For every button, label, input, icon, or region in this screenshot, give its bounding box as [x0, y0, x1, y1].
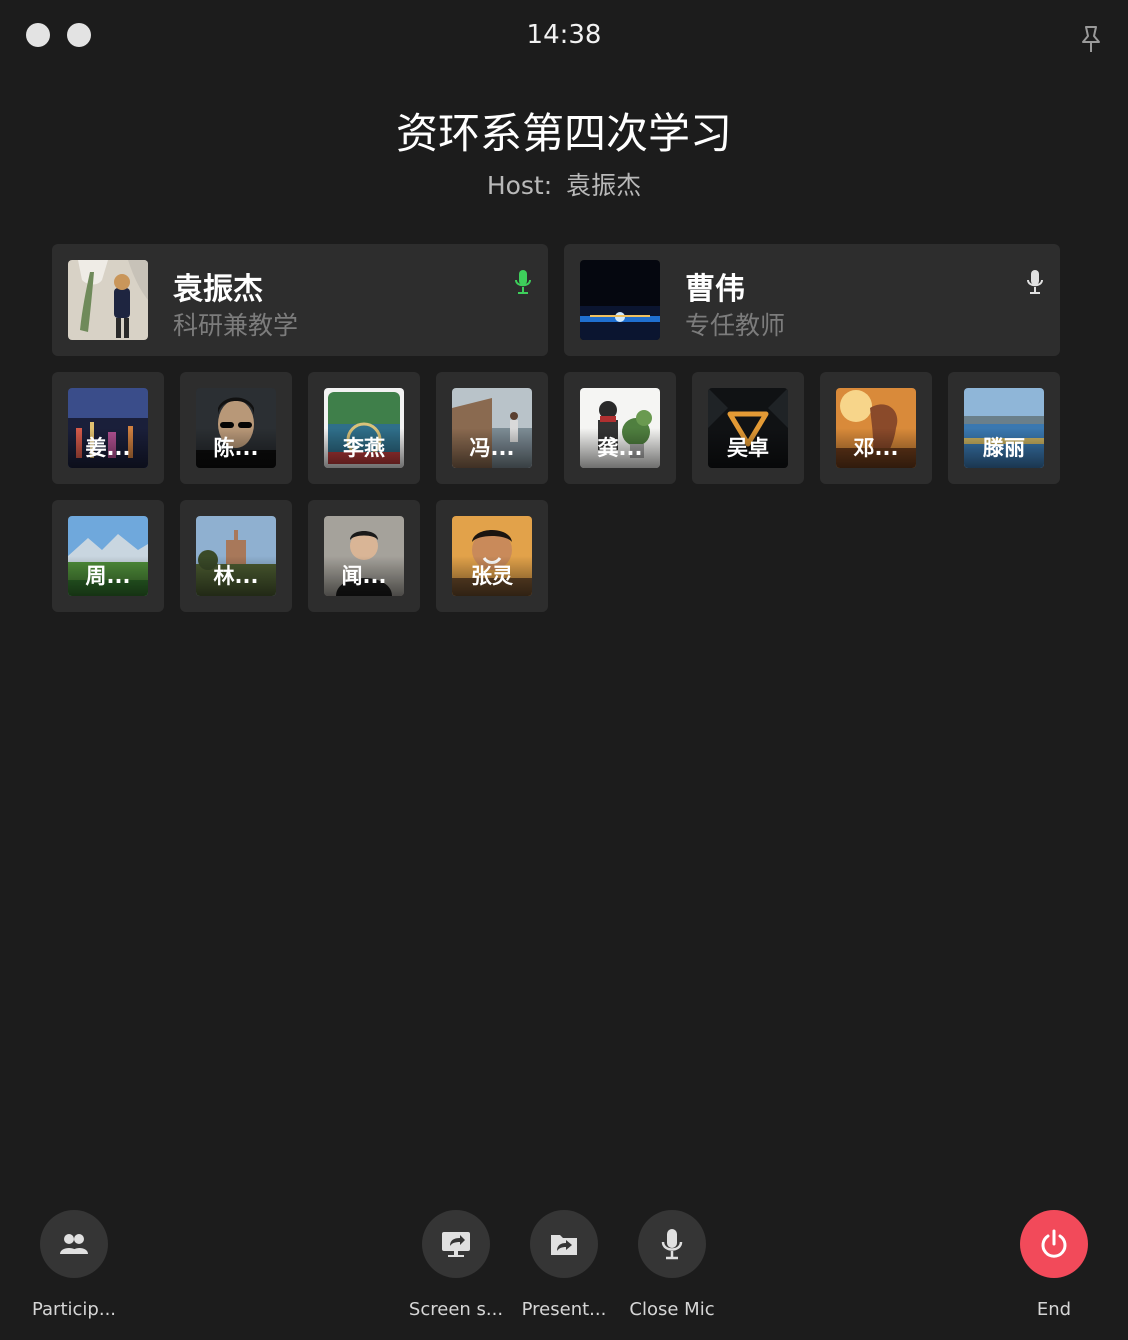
participant-name: 陈... — [196, 428, 276, 468]
participant-tile[interactable]: 闻... — [308, 500, 420, 612]
mic-icon — [1027, 270, 1043, 294]
microphone-icon — [661, 1229, 683, 1260]
screen-share-button[interactable] — [422, 1210, 490, 1278]
avatar — [580, 260, 660, 340]
speaker-role: 科研兼教学 — [173, 311, 299, 340]
participant-tile[interactable]: 周... — [52, 500, 164, 612]
speaker-card[interactable]: 曹伟 专任教师 — [564, 244, 1060, 356]
participant-tile[interactable]: 陈... — [180, 372, 292, 484]
present-button[interactable] — [530, 1210, 598, 1278]
host-info: Host: 袁振杰 — [0, 166, 1128, 202]
speaker-name: 曹伟 — [685, 272, 745, 307]
avatar — [68, 260, 148, 340]
participant-name: 龚... — [580, 428, 660, 468]
participant-name: 张灵 — [452, 556, 532, 596]
participant-name: 闻... — [324, 556, 404, 596]
participant-tile[interactable]: 吴卓 — [692, 372, 804, 484]
participant-name: 吴卓 — [708, 428, 788, 468]
meeting-title: 资环系第四次学习 — [395, 109, 732, 158]
participant-name: 姜... — [68, 428, 148, 468]
speaker-role: 专任教师 — [685, 311, 786, 340]
participant-tile[interactable]: 冯... — [436, 372, 548, 484]
host-label: Host: — [486, 171, 553, 200]
host-name: 袁振杰 — [566, 171, 642, 200]
participant-tile[interactable]: 邓... — [820, 372, 932, 484]
end-meeting-button[interactable] — [1020, 1210, 1088, 1278]
participant-tile[interactable]: 龚... — [564, 372, 676, 484]
participants-button[interactable] — [40, 1210, 108, 1278]
participant-tile[interactable]: 李燕 — [308, 372, 420, 484]
pin-icon[interactable] — [1078, 24, 1104, 54]
close-mic-button[interactable] — [638, 1210, 706, 1278]
participant-name: 李燕 — [324, 428, 404, 468]
present-file-icon — [551, 1235, 577, 1255]
participant-name: 周... — [68, 556, 148, 596]
participants-icon — [60, 1234, 88, 1254]
participant-name: 邓... — [836, 428, 916, 468]
participant-tile[interactable]: 滕丽 — [948, 372, 1060, 484]
participant-name: 冯... — [452, 428, 532, 468]
speaker-name: 袁振杰 — [173, 272, 263, 307]
participant-name: 林... — [196, 556, 276, 596]
power-icon — [1041, 1229, 1067, 1258]
end-label: End — [1036, 1299, 1072, 1320]
participant-tile[interactable]: 张灵 — [436, 500, 548, 612]
speaker-card[interactable]: 袁振杰 科研兼教学 — [52, 244, 548, 356]
meeting-clock: 14:38 — [526, 20, 602, 50]
screen-share-icon — [442, 1232, 470, 1257]
participants-label: Particip... — [31, 1299, 117, 1320]
close-mic-label: Close Mic — [629, 1299, 715, 1320]
mic-on-icon — [515, 270, 531, 294]
participant-tile[interactable]: 姜... — [52, 372, 164, 484]
participant-tile[interactable]: 林... — [180, 500, 292, 612]
participant-name: 滕丽 — [964, 428, 1044, 468]
